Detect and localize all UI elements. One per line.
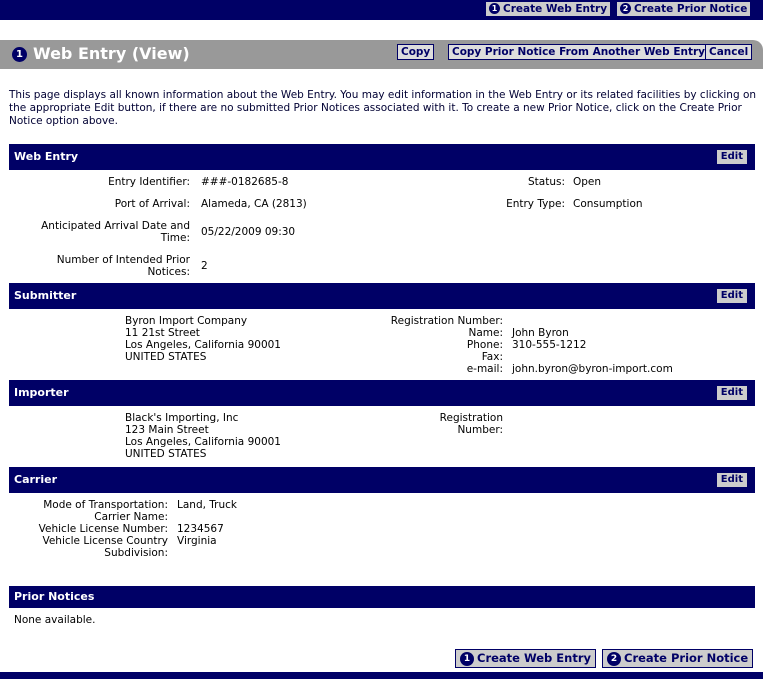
status-value: Open bbox=[573, 176, 602, 188]
phone-value: 310-555-1212 bbox=[512, 339, 587, 351]
registration-number-value bbox=[512, 315, 673, 327]
create-prior-notice-label: Create Prior Notice bbox=[624, 651, 749, 665]
submitter-section-header: Submitter Edit bbox=[9, 283, 755, 309]
submitter-values: John Byron 310-555-1212 john.byron@byron… bbox=[512, 315, 673, 375]
entry-identifier-value: ###-0182685-8 bbox=[201, 176, 289, 188]
port-label: Port of Arrival: bbox=[114, 198, 190, 210]
step-2-icon: 2 bbox=[607, 652, 621, 666]
label-line: Registration bbox=[439, 412, 503, 424]
prior-notices-section-header: Prior Notices bbox=[9, 586, 755, 608]
carrier-values: Land, Truck 1234567 Virginia bbox=[177, 499, 237, 559]
address-line: Los Angeles, California 90001 bbox=[125, 436, 281, 448]
entry-type-label: Entry Type: bbox=[506, 198, 565, 210]
page-title-text: Web Entry (View) bbox=[33, 44, 190, 63]
port-value: Alameda, CA (2813) bbox=[201, 198, 307, 210]
edit-importer-button[interactable]: Edit bbox=[716, 386, 747, 400]
vehicle-license-number-label: Vehicle License Number: bbox=[38, 523, 168, 535]
submitter-labels: Registration Number: Name: Phone: Fax: e… bbox=[391, 315, 503, 375]
arrival-label-line: Anticipated Arrival Date and bbox=[41, 220, 190, 232]
copy-button[interactable]: Copy bbox=[397, 44, 435, 60]
notices-value: 2 bbox=[201, 260, 208, 272]
create-prior-notice-label: Create Prior Notice bbox=[634, 3, 748, 15]
section-title: Submitter bbox=[14, 289, 77, 302]
address-line: Byron Import Company bbox=[125, 315, 248, 327]
email-label: e-mail: bbox=[466, 363, 503, 375]
create-prior-notice-link[interactable]: 2 Create Prior Notice bbox=[617, 2, 751, 16]
copy-prior-notice-button[interactable]: Copy Prior Notice From Another Web Entry bbox=[448, 44, 710, 60]
create-web-entry-label: Create Web Entry bbox=[477, 651, 591, 665]
step-2-icon: 2 bbox=[620, 3, 631, 14]
entry-type-value: Consumption bbox=[573, 198, 643, 210]
arrival-label-line: Time: bbox=[160, 232, 190, 244]
address-line: UNITED STATES bbox=[125, 351, 207, 363]
create-web-entry-button[interactable]: 1 Create Web Entry bbox=[455, 649, 596, 668]
phone-label: Phone: bbox=[466, 339, 503, 351]
address-line: 11 21st Street bbox=[125, 327, 200, 339]
notices-label-line: Notices: bbox=[147, 266, 190, 278]
entry-identifier-label: Entry Identifier: bbox=[108, 176, 190, 188]
create-prior-notice-button[interactable]: 2 Create Prior Notice bbox=[602, 649, 754, 668]
create-web-entry-link[interactable]: 1 Create Web Entry bbox=[486, 2, 611, 16]
subdivision-label: Subdivision: bbox=[104, 547, 168, 559]
mode-value: Land, Truck bbox=[177, 499, 237, 511]
email-value: john.byron@byron-import.com bbox=[512, 363, 673, 375]
importer-section-header: Importer Edit bbox=[9, 380, 755, 406]
page-title: 1 Web Entry (View) bbox=[12, 44, 190, 63]
arrival-value: 05/22/2009 09:30 bbox=[201, 226, 296, 238]
registration-number-label: Registration Number: bbox=[390, 315, 503, 327]
carrier-section-header: Carrier Edit bbox=[9, 467, 755, 493]
top-nav-bar: 1 Create Web Entry 2 Create Prior Notice bbox=[0, 0, 763, 20]
importer-address: Black's Importing, Inc 123 Main Street L… bbox=[125, 412, 281, 460]
vehicle-license-country-label: Vehicle License Country bbox=[42, 535, 168, 547]
notices-label: Number of Intended Prior Notices: bbox=[57, 254, 190, 278]
label-line: Number: bbox=[457, 424, 503, 436]
carrier-name-value bbox=[177, 511, 237, 523]
section-title: Web Entry bbox=[14, 150, 79, 163]
name-value: John Byron bbox=[512, 327, 569, 339]
fax-label: Fax: bbox=[481, 351, 503, 363]
submitter-address: Byron Import Company 11 21st Street Los … bbox=[125, 315, 281, 363]
address-line: Los Angeles, California 90001 bbox=[125, 339, 281, 351]
mode-label: Mode of Transportation: bbox=[43, 499, 168, 511]
create-web-entry-label: Create Web Entry bbox=[503, 3, 608, 15]
prior-notices-empty: None available. bbox=[14, 614, 96, 626]
notices-label-line: Number of Intended Prior bbox=[56, 254, 190, 266]
step-1-icon: 1 bbox=[460, 652, 474, 666]
subdivision-value bbox=[177, 547, 237, 559]
section-title: Prior Notices bbox=[14, 590, 95, 603]
web-entry-section-header: Web Entry Edit bbox=[9, 144, 755, 170]
fax-value bbox=[512, 351, 673, 363]
intro-text: This page displays all known information… bbox=[9, 89, 757, 127]
carrier-labels: Mode of Transportation: Carrier Name: Ve… bbox=[39, 499, 168, 559]
page-title-bar: 1 Web Entry (View) Copy Copy Prior Notice… bbox=[0, 40, 763, 69]
address-line: Black's Importing, Inc bbox=[125, 412, 239, 424]
step-1-icon: 1 bbox=[12, 47, 27, 62]
vehicle-license-number-value: 1234567 bbox=[177, 523, 224, 535]
name-label: Name: bbox=[468, 327, 503, 339]
cancel-button[interactable]: Cancel bbox=[705, 44, 753, 60]
section-title: Importer bbox=[14, 386, 69, 399]
edit-submitter-button[interactable]: Edit bbox=[716, 289, 747, 303]
arrival-label: Anticipated Arrival Date and Time: bbox=[41, 220, 190, 244]
step-1-icon: 1 bbox=[489, 3, 500, 14]
vehicle-license-country-value: Virginia bbox=[177, 535, 217, 547]
importer-registration-label: Registration Number: bbox=[440, 412, 503, 436]
edit-web-entry-button[interactable]: Edit bbox=[716, 150, 747, 164]
address-line: 123 Main Street bbox=[125, 424, 209, 436]
carrier-name-label: Carrier Name: bbox=[94, 511, 168, 523]
bottom-bar bbox=[0, 672, 763, 679]
edit-carrier-button[interactable]: Edit bbox=[716, 473, 747, 487]
status-label: Status: bbox=[528, 176, 565, 188]
address-line: UNITED STATES bbox=[125, 448, 207, 460]
section-title: Carrier bbox=[14, 473, 58, 486]
